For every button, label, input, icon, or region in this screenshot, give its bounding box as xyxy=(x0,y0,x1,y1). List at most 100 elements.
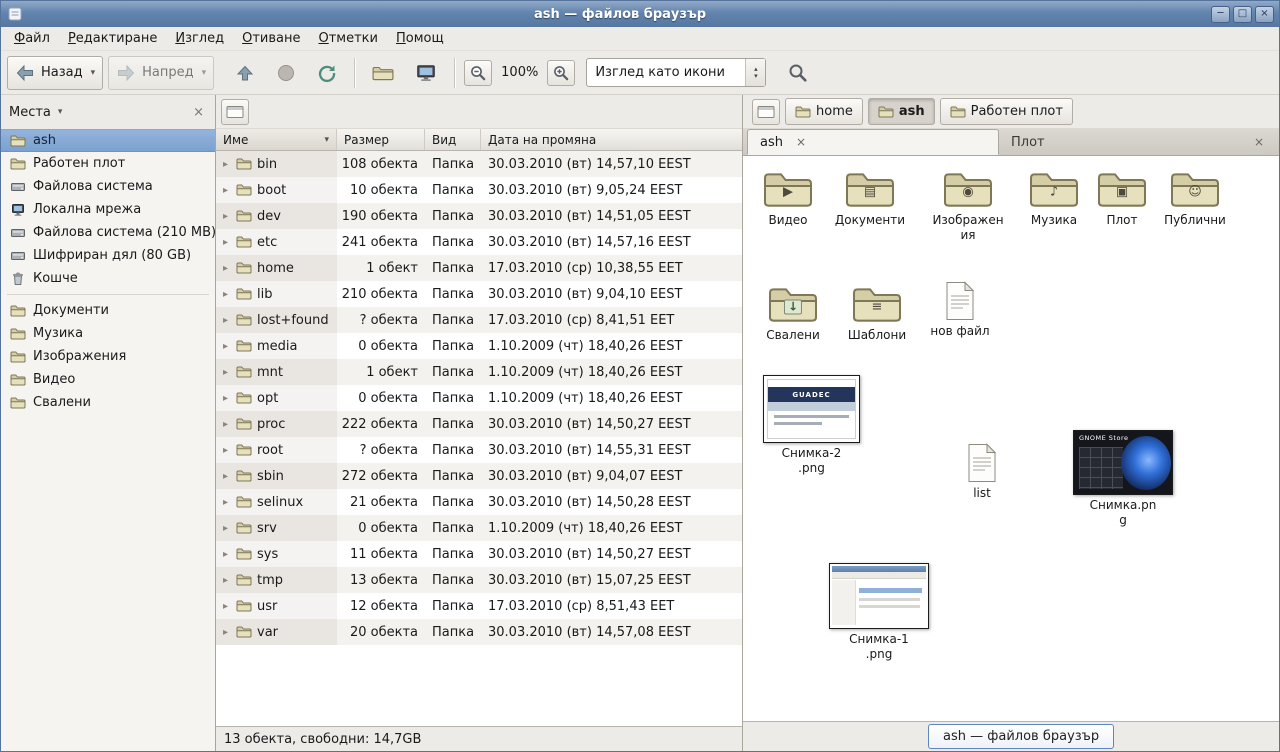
expander-icon[interactable]: ▸ xyxy=(220,263,231,274)
sidebar-item-downloads[interactable]: Свалени xyxy=(1,391,215,414)
expander-icon[interactable]: ▸ xyxy=(220,159,231,170)
tab-ash[interactable]: ash × xyxy=(747,129,999,155)
expander-icon[interactable]: ▸ xyxy=(220,497,231,508)
sidebar-item-videos[interactable]: Видео xyxy=(1,368,215,391)
sidebar-item-pictures[interactable]: Изображения xyxy=(1,345,215,368)
back-button[interactable]: Назад ▾ xyxy=(7,56,103,90)
file-item-public[interactable]: ☺Публични xyxy=(1153,168,1237,228)
home-button[interactable] xyxy=(364,56,402,90)
tree-row-proc[interactable]: ▸proc222 обектаПапка30.03.2010 (вт) 14,5… xyxy=(216,411,742,437)
forward-button[interactable]: Напред ▾ xyxy=(108,56,214,90)
column-header-kind[interactable]: Вид xyxy=(425,129,481,150)
tree-row-mnt[interactable]: ▸mnt1 обектПапка1.10.2009 (чт) 18,40,26 … xyxy=(216,359,742,385)
sidebar-item-documents[interactable]: Документи xyxy=(1,299,215,322)
expander-icon[interactable]: ▸ xyxy=(220,549,231,560)
expander-icon[interactable]: ▸ xyxy=(220,185,231,196)
tree-row-lib[interactable]: ▸lib210 обектаПапка30.03.2010 (вт) 9,04,… xyxy=(216,281,742,307)
sidebar-item-local-network[interactable]: Локална мрежа xyxy=(1,198,215,221)
tree-row-root[interactable]: ▸root? обектаПапка30.03.2010 (вт) 14,55,… xyxy=(216,437,742,463)
tree-row-media[interactable]: ▸media0 обектаПапка1.10.2009 (чт) 18,40,… xyxy=(216,333,742,359)
tree-row-sbin[interactable]: ▸sbin272 обектаПапка30.03.2010 (вт) 9,04… xyxy=(216,463,742,489)
menu-go[interactable]: Отиване xyxy=(233,27,309,50)
pathbar-pane-button[interactable] xyxy=(752,99,780,125)
menu-help[interactable]: Помощ xyxy=(387,27,453,50)
tree-row-boot[interactable]: ▸boot10 обектаПапка30.03.2010 (вт) 9,05,… xyxy=(216,177,742,203)
tree-row-opt[interactable]: ▸opt0 обектаПапка1.10.2009 (чт) 18,40,26… xyxy=(216,385,742,411)
file-item-new-file[interactable]: нов файл xyxy=(918,281,1002,339)
sidebar-item-music[interactable]: Музика xyxy=(1,322,215,345)
expander-icon[interactable]: ▸ xyxy=(220,523,231,534)
file-item-snimka-2[interactable]: GUADECСнимка-2.png xyxy=(763,375,860,476)
column-header-name[interactable]: Име▾ xyxy=(216,129,337,150)
path-button-home[interactable]: home xyxy=(785,98,863,125)
tree-row-selinux[interactable]: ▸selinux21 обектаПапка30.03.2010 (вт) 14… xyxy=(216,489,742,515)
tree-row-srv[interactable]: ▸srv0 обектаПапка1.10.2009 (чт) 18,40,26… xyxy=(216,515,742,541)
sidebar-close-icon[interactable]: × xyxy=(190,105,207,120)
tree-row-bin[interactable]: ▸bin108 обектаПапка30.03.2010 (вт) 14,57… xyxy=(216,151,742,177)
close-button[interactable]: × xyxy=(1255,6,1274,23)
minimize-button[interactable]: ─ xyxy=(1211,6,1230,23)
zoom-in-button[interactable] xyxy=(547,60,575,86)
file-item-video[interactable]: ▶Видео xyxy=(746,168,830,228)
taskbar-window-button[interactable]: ash — файлов браузър xyxy=(928,724,1114,749)
expander-icon[interactable]: ▸ xyxy=(220,601,231,612)
menu-edit[interactable]: Редактиране xyxy=(59,27,166,50)
computer-button[interactable] xyxy=(407,56,445,90)
view-mode-select[interactable]: Изглед като икони ▴▾ xyxy=(586,58,766,87)
file-item-pictures[interactable]: ◉Изображения xyxy=(926,168,1010,243)
sidebar-item-desktop[interactable]: Работен плот xyxy=(1,152,215,175)
expander-icon[interactable]: ▸ xyxy=(220,393,231,404)
menu-view[interactable]: Изглед xyxy=(166,27,233,50)
expander-icon[interactable]: ▸ xyxy=(220,237,231,248)
reload-button[interactable] xyxy=(309,56,345,90)
path-button-desktop[interactable]: Работен плот xyxy=(940,98,1073,125)
maximize-button[interactable]: □ xyxy=(1233,6,1252,23)
expander-icon[interactable]: ▸ xyxy=(220,575,231,586)
sidebar-item-filesystem[interactable]: Файлова система xyxy=(1,175,215,198)
icon-view[interactable]: ▶Видео▤Документи◉Изображения♪Музика▣Плот… xyxy=(743,156,1279,721)
file-item-documents[interactable]: ▤Документи xyxy=(828,168,912,228)
search-button[interactable] xyxy=(779,56,817,90)
file-item-snimka[interactable]: GNOME StoreСнимка.png xyxy=(1073,430,1173,528)
sidebar-item-filesystem-210mb[interactable]: Файлова система (210 MB) xyxy=(1,221,215,244)
expander-icon[interactable]: ▸ xyxy=(220,289,231,300)
path-button-ash[interactable]: ash xyxy=(868,98,935,125)
file-item-snimka-1[interactable]: Снимка-1.png xyxy=(829,563,929,662)
tab-close-icon[interactable]: × xyxy=(1251,135,1267,149)
file-item-downloads[interactable]: ↓Свалени xyxy=(751,283,835,343)
tree-row-lost+found[interactable]: ▸lost+found? обектаПапка17.03.2010 (ср) … xyxy=(216,307,742,333)
column-header-date[interactable]: Дата на промяна xyxy=(481,129,742,150)
menu-bookmarks[interactable]: Отметки xyxy=(310,27,388,50)
tree-row-etc[interactable]: ▸etc241 обектаПапка30.03.2010 (вт) 14,57… xyxy=(216,229,742,255)
expander-icon[interactable]: ▸ xyxy=(220,341,231,352)
tree-row-dev[interactable]: ▸dev190 обектаПапка30.03.2010 (вт) 14,51… xyxy=(216,203,742,229)
column-header-size[interactable]: Размер xyxy=(337,129,425,150)
sidebar-item-trash[interactable]: Кошче xyxy=(1,267,215,290)
zoom-out-button[interactable] xyxy=(464,60,492,86)
tab-plot[interactable]: Плот × xyxy=(999,129,1279,155)
expander-icon[interactable]: ▸ xyxy=(220,471,231,482)
file-item-list[interactable]: list xyxy=(940,443,1024,501)
sidebar-item-encrypted-80gb[interactable]: Шифриран дял (80 GB) xyxy=(1,244,215,267)
tree-row-sys[interactable]: ▸sys11 обектаПапка30.03.2010 (вт) 14,50,… xyxy=(216,541,742,567)
file-item-desktop[interactable]: ▣Плот xyxy=(1080,168,1164,228)
expander-icon[interactable]: ▸ xyxy=(220,419,231,430)
pane-location-button[interactable] xyxy=(221,99,249,125)
combo-arrows-icon[interactable]: ▴▾ xyxy=(745,59,765,86)
menu-file[interactable]: Файл xyxy=(5,27,59,50)
titlebar[interactable]: ash — файлов браузър ─ □ × xyxy=(1,1,1279,27)
sidebar-pane-selector[interactable]: Места ▾ xyxy=(9,105,190,120)
expander-icon[interactable]: ▸ xyxy=(220,315,231,326)
stop-button[interactable] xyxy=(268,56,304,90)
tree-row-var[interactable]: ▸var20 обектаПапка30.03.2010 (вт) 14,57,… xyxy=(216,619,742,645)
up-button[interactable] xyxy=(227,56,263,90)
tree-row-home[interactable]: ▸home1 обектПапка17.03.2010 (ср) 10,38,5… xyxy=(216,255,742,281)
file-item-templates[interactable]: ≡Шаблони xyxy=(835,283,919,343)
expander-icon[interactable]: ▸ xyxy=(220,445,231,456)
tab-close-icon[interactable]: × xyxy=(793,135,809,149)
expander-icon[interactable]: ▸ xyxy=(220,211,231,222)
expander-icon[interactable]: ▸ xyxy=(220,367,231,378)
back-history-chevron-icon[interactable]: ▾ xyxy=(89,68,96,78)
expander-icon[interactable]: ▸ xyxy=(220,627,231,638)
sidebar-item-ash[interactable]: ash xyxy=(1,129,215,152)
